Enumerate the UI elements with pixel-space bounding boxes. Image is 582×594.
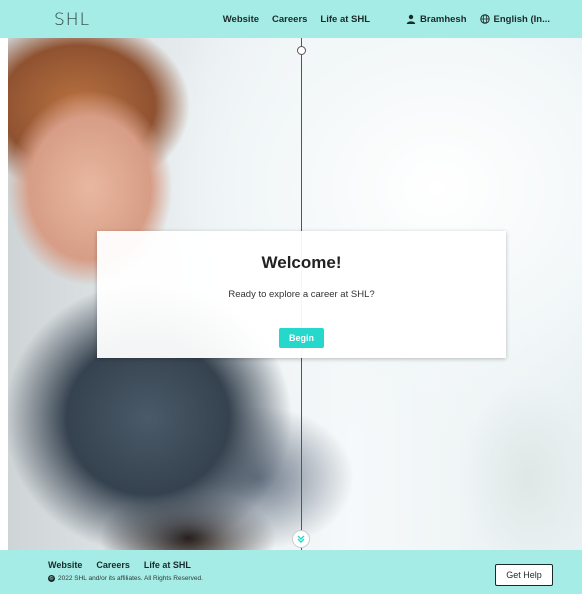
nav-menu: Website Careers Life at SHL Bramhesh Eng… — [223, 0, 550, 38]
footer-careers-link[interactable]: Careers — [96, 560, 130, 570]
globe-icon — [479, 14, 490, 24]
footer-life-at-shl-link[interactable]: Life at SHL — [144, 560, 191, 570]
copyright-text: 2022 SHL and/or its affiliates. All Righ… — [58, 575, 203, 582]
footer: Website Careers Life at SHL © 2022 SHL a… — [0, 550, 582, 594]
footer-links: Website Careers Life at SHL — [48, 560, 191, 570]
welcome-card: Welcome! Ready to explore a career at SH… — [97, 231, 506, 358]
welcome-title: Welcome! — [261, 253, 342, 272]
copyright-notice: © 2022 SHL and/or its affiliates. All Ri… — [48, 575, 203, 582]
nav-website-link[interactable]: Website — [223, 14, 259, 25]
user-menu[interactable]: Bramhesh — [406, 13, 467, 25]
welcome-subtitle: Ready to explore a career at SHL? — [228, 289, 375, 300]
footer-website-link[interactable]: Website — [48, 560, 82, 570]
user-name: Bramhesh — [420, 13, 467, 25]
language-label: English (In... — [493, 13, 550, 25]
chevron-double-down-icon — [297, 535, 305, 543]
top-navigation-bar: SHL Website Careers Life at SHL Bramhesh… — [0, 0, 582, 38]
user-icon — [406, 14, 416, 24]
copyright-icon: © — [48, 575, 55, 582]
shl-logo[interactable]: SHL — [54, 10, 90, 30]
nav-careers-link[interactable]: Careers — [272, 14, 307, 25]
timeline-start-dot — [297, 46, 306, 55]
language-selector[interactable]: English (In... — [479, 13, 550, 25]
nav-life-at-shl-link[interactable]: Life at SHL — [320, 14, 370, 25]
scroll-down-button[interactable] — [292, 530, 310, 548]
begin-button[interactable]: Begin — [279, 328, 324, 348]
get-help-button[interactable]: Get Help — [495, 564, 553, 586]
